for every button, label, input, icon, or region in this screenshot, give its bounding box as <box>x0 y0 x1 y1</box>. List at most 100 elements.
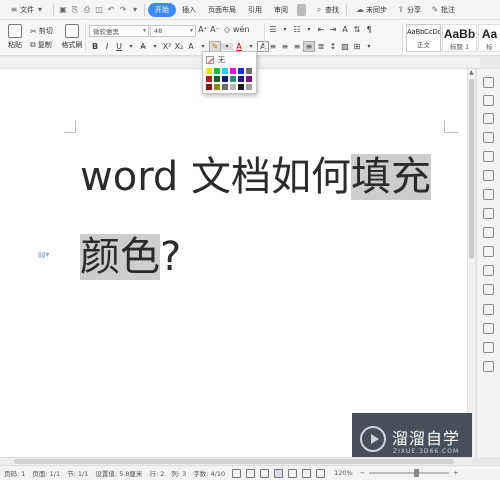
photo-icon[interactable] <box>483 304 494 315</box>
tool-icon[interactable] <box>483 323 494 334</box>
row-info[interactable]: 行: 2 <box>149 468 164 478</box>
settings-icon[interactable] <box>483 208 494 219</box>
shrink-font-icon[interactable]: A⁻ <box>209 25 221 34</box>
user-icon[interactable] <box>483 361 494 372</box>
color-swatch[interactable] <box>206 76 212 82</box>
strikethrough-icon[interactable]: A̶ <box>137 42 149 51</box>
shape-icon[interactable] <box>483 113 494 124</box>
chevron-down-icon[interactable]: ▾ <box>221 43 233 50</box>
color-swatch[interactable] <box>214 84 220 90</box>
table-icon[interactable] <box>483 151 494 162</box>
file-menu[interactable]: ≡ 文件 ▾ <box>4 2 50 18</box>
scrollbar-thumb[interactable] <box>14 459 454 464</box>
web-view-icon[interactable] <box>302 468 312 478</box>
chevron-down-icon[interactable]: ▾ <box>245 43 257 50</box>
subscript-icon[interactable]: X₂ <box>173 42 185 51</box>
color-swatch[interactable] <box>230 68 236 74</box>
grid-icon[interactable] <box>483 170 494 181</box>
outline-view-icon[interactable] <box>288 468 298 478</box>
chevron-down-icon[interactable]: ▾ <box>125 43 137 50</box>
paste-button[interactable]: 粘贴 <box>2 22 28 50</box>
search-button[interactable]: ⌕ 查找 <box>309 2 343 18</box>
color-swatch[interactable] <box>230 76 236 82</box>
scroll-up-icon[interactable]: ▲ <box>469 69 474 76</box>
select-icon[interactable] <box>483 95 494 106</box>
read-mode-icon[interactable] <box>260 468 270 478</box>
eye-protect-icon[interactable] <box>316 468 326 478</box>
distribute-icon[interactable]: ≣ <box>315 42 327 51</box>
section-info[interactable]: 节: 1/1 <box>67 468 88 478</box>
color-swatch[interactable] <box>238 84 244 90</box>
color-swatch[interactable] <box>214 76 220 82</box>
tab-page-layout[interactable]: 页面布局 <box>202 3 242 17</box>
numbered-list-icon[interactable]: ☷ <box>291 25 303 34</box>
align-left-icon[interactable]: ≡ <box>267 42 279 51</box>
color-swatch[interactable] <box>206 68 212 74</box>
font-name-select[interactable]: 微软雅黑 ▾ <box>89 25 149 37</box>
document-line-2[interactable]: 颜色? <box>80 230 181 284</box>
text-effect-icon[interactable]: A <box>185 42 197 51</box>
shield-icon[interactable] <box>483 342 494 353</box>
document-page[interactable]: word 文档如何填充 颜色? ▤▾ <box>0 69 467 457</box>
setting-value[interactable]: 设置值: 5.8厘米 <box>95 468 142 478</box>
export-pdf-icon[interactable]: ⎘ <box>69 4 81 16</box>
color-swatch[interactable] <box>238 76 244 82</box>
zoom-slider-handle[interactable] <box>414 469 420 477</box>
tab-references[interactable]: 引用 <box>242 3 268 17</box>
bold-icon[interactable]: B <box>89 42 101 51</box>
cut-button[interactable]: ✂ 剪切 <box>30 25 53 37</box>
document-line-1[interactable]: word 文档如何填充 <box>80 150 432 204</box>
page-view-icon[interactable] <box>274 468 284 478</box>
sync-button[interactable]: ☁ 未同步 <box>350 2 391 18</box>
color-swatch[interactable] <box>222 76 228 82</box>
zoom-in-icon[interactable]: + <box>453 469 458 477</box>
show-marks-icon[interactable]: ¶ <box>363 25 375 34</box>
chevron-down-icon[interactable]: ▾ <box>197 43 209 50</box>
chevron-down-icon[interactable]: ▾ <box>149 43 161 50</box>
horizontal-scrollbar[interactable] <box>0 457 472 465</box>
document-area[interactable]: word 文档如何填充 颜色? ▤▾ <box>0 69 472 457</box>
vertical-scrollbar[interactable]: ▲ <box>467 69 475 457</box>
align-center-icon[interactable]: ≡ <box>279 42 291 51</box>
color-swatch[interactable] <box>206 84 212 90</box>
color-swatch[interactable] <box>222 68 228 74</box>
borders-icon[interactable]: ⊞ <box>351 42 363 51</box>
color-swatch[interactable] <box>246 84 252 90</box>
shading-icon[interactable]: ▨ <box>339 42 351 51</box>
tab-review[interactable]: 审阅 <box>268 3 294 17</box>
copy-button[interactable]: ⧉ 复制 <box>30 39 52 51</box>
page-count[interactable]: 页面: 1/1 <box>32 468 60 478</box>
color-swatch[interactable] <box>222 84 228 90</box>
chevron-down-icon[interactable]: ▾ <box>303 26 315 33</box>
style-heading-1[interactable]: AaBb 标题 1 <box>442 24 477 52</box>
chart-icon[interactable] <box>483 189 494 200</box>
print-preview-icon[interactable]: ◫ <box>93 4 105 16</box>
bullet-list-icon[interactable]: ☰ <box>267 25 279 34</box>
justify-icon[interactable]: ≡ <box>303 41 315 52</box>
clear-format-icon[interactable]: ◇ <box>221 25 233 34</box>
line-spacing-icon[interactable]: ↕ <box>327 42 339 51</box>
zoom-value[interactable]: 120% <box>334 469 353 477</box>
spellcheck-icon[interactable] <box>232 468 242 478</box>
document-icon[interactable] <box>483 265 494 276</box>
layout-icon[interactable] <box>483 227 494 238</box>
color-swatch[interactable] <box>238 68 244 74</box>
column-info[interactable]: 列: 3 <box>171 468 186 478</box>
share-icon[interactable] <box>483 246 494 257</box>
increase-indent-icon[interactable]: ⇥ <box>327 25 339 34</box>
superscript-icon[interactable]: X² <box>161 42 173 51</box>
phonetic-icon[interactable]: wén <box>233 25 250 34</box>
undo-icon[interactable]: ↶ <box>105 4 117 16</box>
style-normal[interactable]: AaBbCcDd 正文 <box>406 24 441 52</box>
paragraph-options-icon[interactable]: ▤▾ <box>38 250 50 259</box>
font-color-icon[interactable]: A <box>233 42 245 51</box>
edit-mode-icon[interactable] <box>246 468 256 478</box>
style-heading-2[interactable]: Aa 标 <box>478 24 500 52</box>
decrease-indent-icon[interactable]: ⇤ <box>315 25 327 34</box>
tab-home[interactable]: 开始 <box>148 2 176 17</box>
page-number[interactable]: 页码: 1 <box>4 468 25 478</box>
comment-button[interactable]: ✎ 批注 <box>425 2 459 18</box>
grow-font-icon[interactable]: A⁺ <box>197 25 209 34</box>
color-swatch[interactable] <box>246 76 252 82</box>
align-right-icon[interactable]: ≡ <box>291 42 303 51</box>
